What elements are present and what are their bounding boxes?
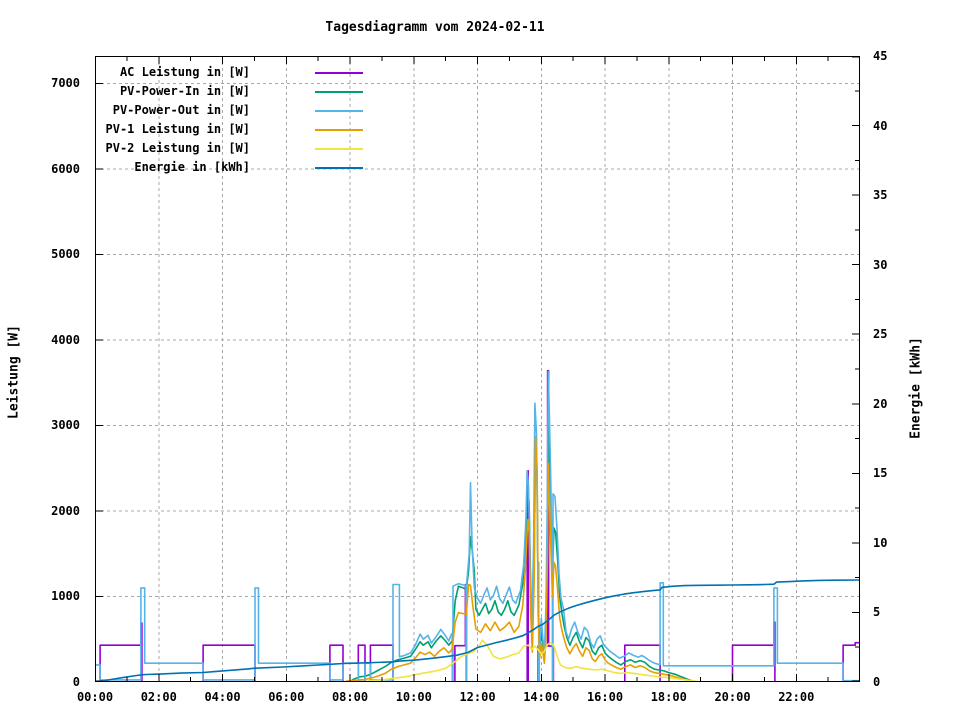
y-left-tick-label: 5000 (51, 247, 80, 262)
x-tick-label: 12:00 (459, 690, 496, 704)
y-left-tick-label: 0 (72, 675, 80, 689)
x-tick-label: 22:00 (778, 690, 815, 704)
legend-row-4: PV-1 Leistung in [W] (95, 120, 515, 139)
legend-row-2: PV-Power-In in [W] (95, 82, 515, 101)
legend-line-sample (315, 91, 363, 93)
y-left-tick-label: 6000 (51, 161, 80, 176)
legend-label: PV-2 Leistung in [W] (105, 141, 251, 155)
y-right-tick-label: 45 (873, 49, 888, 63)
y-left-tick-label: 3000 (51, 418, 80, 433)
legend-label: Energie in [kWh] (134, 160, 250, 174)
x-tick-label: 14:00 (523, 690, 560, 704)
legend-row-3: PV-Power-Out in [W] (95, 101, 515, 120)
legend-line-sample (315, 110, 363, 112)
x-tick-label: 02:00 (140, 690, 177, 704)
legend-line-sample (315, 167, 363, 169)
legend-line-sample (315, 148, 363, 150)
plot-area: AC Leistung in [W] PV-Power-In in [W] PV-P… (95, 56, 860, 682)
legend-row-6: Energie in [kWh] (95, 158, 515, 177)
y-left-tick-label: 4000 (51, 332, 80, 347)
x-tick-label: 00:00 (76, 690, 114, 704)
chart-page: Tagesdiagramm vom 2024-02-11 Leistung [W… (0, 0, 960, 720)
x-tick-label: 08:00 (331, 690, 369, 704)
x-tick-label: 18:00 (650, 690, 687, 704)
y-right-axis-label: Energie [kWh] (908, 337, 924, 439)
y-left-axis-label: Leistung [W] (6, 325, 22, 419)
legend-label: PV-1 Leistung in [W] (105, 122, 251, 136)
x-tick-label: 20:00 (714, 690, 751, 704)
legend-row-5: PV-2 Leistung in [W] (95, 139, 515, 158)
y-left-tick-label: 1000 (51, 589, 80, 604)
legend-line-sample (315, 72, 363, 74)
legend: AC Leistung in [W] PV-Power-In in [W] PV-P… (95, 63, 515, 177)
legend-line-sample (315, 129, 363, 131)
y-right-tick-label: 30 (873, 257, 888, 272)
legend-label: PV-Power-In in [W] (119, 84, 250, 98)
y-right-tick-label: 15 (873, 466, 888, 481)
legend-label: AC Leistung in [W] (119, 65, 250, 79)
x-tick-label: 10:00 (395, 690, 432, 704)
legend-label: PV-Power-Out in [W] (112, 103, 250, 117)
y-right-tick-label: 25 (873, 327, 888, 342)
y-right-tick-label: 0 (873, 675, 881, 689)
x-tick-label: 16:00 (586, 690, 624, 704)
y-right-tick-label: 35 (873, 188, 888, 203)
legend-row-1: AC Leistung in [W] (95, 63, 515, 82)
y-right-tick-label: 10 (873, 535, 888, 550)
y-left-tick-label: 2000 (51, 503, 80, 518)
y-right-tick-label: 20 (873, 396, 888, 411)
y-left-tick-label: 7000 (51, 76, 80, 91)
y-right-tick-label: 5 (873, 605, 881, 620)
chart-title: Tagesdiagramm vom 2024-02-11 (325, 20, 545, 35)
x-tick-label: 06:00 (268, 690, 305, 704)
y-right-tick-label: 40 (873, 118, 888, 133)
x-tick-label: 04:00 (204, 690, 241, 704)
